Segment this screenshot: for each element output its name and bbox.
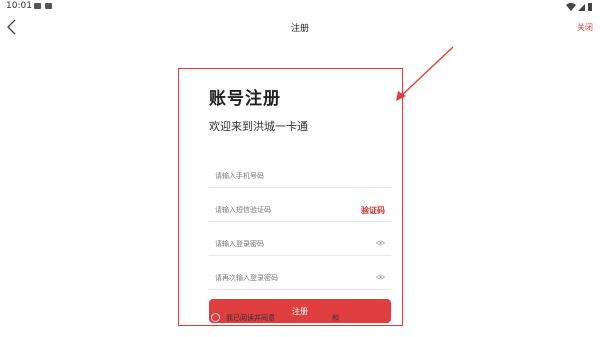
password-field	[209, 231, 391, 256]
form-title: 账号注册	[209, 89, 281, 109]
sms-code-field: 验证码	[209, 197, 391, 222]
close-button[interactable]: 关闭	[577, 22, 593, 33]
password-input[interactable]	[215, 237, 365, 251]
image-icon	[34, 3, 41, 9]
nav-bar: 注册 关闭	[0, 14, 600, 42]
phone-field	[209, 163, 391, 188]
get-verify-code-button[interactable]: 验证码	[361, 205, 385, 216]
status-right-icons	[566, 2, 594, 12]
agree-and-text: 和	[332, 314, 339, 322]
battery-icon	[588, 3, 592, 11]
confirm-password-field	[209, 265, 391, 290]
status-time: 10:01	[6, 1, 32, 11]
a-icon	[45, 3, 52, 9]
eye-icon[interactable]	[376, 240, 385, 246]
phone-input[interactable]	[215, 169, 365, 183]
screen: 10:01 注册 关闭 账号注册 欢迎来到洪城一卡通 验证码	[0, 0, 600, 337]
confirm-password-input[interactable]	[215, 271, 365, 285]
wifi-icon	[566, 3, 576, 11]
form-subtitle: 欢迎来到洪城一卡通	[209, 120, 308, 133]
status-bar: 10:01	[0, 0, 600, 14]
page-title: 注册	[290, 24, 309, 34]
sms-code-input[interactable]	[215, 203, 365, 217]
agree-text: 我已阅读并同意	[226, 314, 275, 322]
signal-icon	[578, 4, 585, 11]
eye-icon[interactable]	[376, 274, 385, 280]
agree-checkbox[interactable]	[211, 313, 220, 322]
